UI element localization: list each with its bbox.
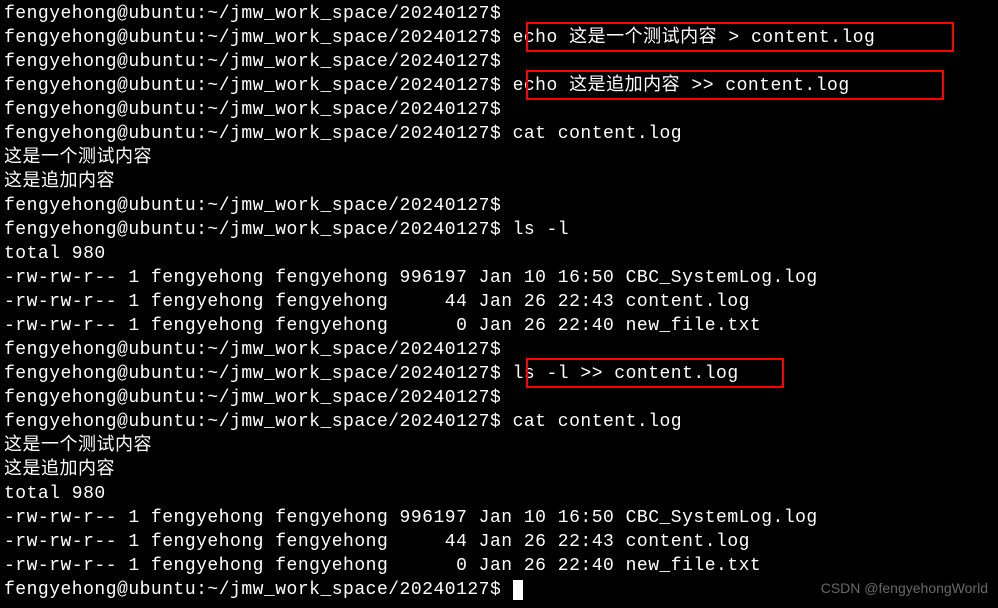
prompt-text: fengyehong@ubuntu:~/jmw_work_space/20240…	[4, 220, 501, 240]
command-text: echo 这是一个测试内容 > content.log	[501, 28, 875, 48]
terminal-line: -rw-rw-r-- 1 fengyehong fengyehong 0 Jan…	[4, 554, 994, 578]
terminal-line: 这是追加内容	[4, 458, 994, 482]
terminal-line: -rw-rw-r-- 1 fengyehong fengyehong 99619…	[4, 266, 994, 290]
terminal-line: fengyehong@ubuntu:~/jmw_work_space/20240…	[4, 2, 994, 26]
terminal-line: -rw-rw-r-- 1 fengyehong fengyehong 44 Ja…	[4, 290, 994, 314]
prompt-text: fengyehong@ubuntu:~/jmw_work_space/20240…	[4, 28, 501, 48]
terminal-line: fengyehong@ubuntu:~/jmw_work_space/20240…	[4, 50, 994, 74]
command-text: echo 这是追加内容 >> content.log	[501, 76, 849, 96]
command-text: ls -l	[501, 220, 569, 240]
terminal-line: fengyehong@ubuntu:~/jmw_work_space/20240…	[4, 194, 994, 218]
command-text: cat content.log	[501, 124, 682, 144]
cursor-icon	[513, 580, 523, 600]
output-text: 这是一个测试内容	[4, 436, 152, 456]
output-text: -rw-rw-r-- 1 fengyehong fengyehong 44 Ja…	[4, 532, 750, 552]
prompt-text: fengyehong@ubuntu:~/jmw_work_space/20240…	[4, 124, 501, 144]
prompt-text: fengyehong@ubuntu:~/jmw_work_space/20240…	[4, 340, 501, 360]
output-text: -rw-rw-r-- 1 fengyehong fengyehong 44 Ja…	[4, 292, 750, 312]
output-text: -rw-rw-r-- 1 fengyehong fengyehong 0 Jan…	[4, 556, 761, 576]
command-text: ls -l >> content.log	[501, 364, 738, 384]
terminal-line: fengyehong@ubuntu:~/jmw_work_space/20240…	[4, 338, 994, 362]
terminal-line: -rw-rw-r-- 1 fengyehong fengyehong 44 Ja…	[4, 530, 994, 554]
terminal-line: fengyehong@ubuntu:~/jmw_work_space/20240…	[4, 122, 994, 146]
terminal-line: fengyehong@ubuntu:~/jmw_work_space/20240…	[4, 98, 994, 122]
prompt-text: fengyehong@ubuntu:~/jmw_work_space/20240…	[4, 52, 501, 72]
terminal-line: fengyehong@ubuntu:~/jmw_work_space/20240…	[4, 386, 994, 410]
terminal-line: fengyehong@ubuntu:~/jmw_work_space/20240…	[4, 362, 994, 386]
prompt-text: fengyehong@ubuntu:~/jmw_work_space/20240…	[4, 76, 501, 96]
prompt-text: fengyehong@ubuntu:~/jmw_work_space/20240…	[4, 580, 501, 600]
terminal-output[interactable]: fengyehong@ubuntu:~/jmw_work_space/20240…	[4, 2, 994, 602]
terminal-line: fengyehong@ubuntu:~/jmw_work_space/20240…	[4, 218, 994, 242]
terminal-line: 这是追加内容	[4, 170, 994, 194]
terminal-line: fengyehong@ubuntu:~/jmw_work_space/20240…	[4, 26, 994, 50]
output-text: -rw-rw-r-- 1 fengyehong fengyehong 0 Jan…	[4, 316, 761, 336]
output-text: -rw-rw-r-- 1 fengyehong fengyehong 99619…	[4, 268, 818, 288]
terminal-line: total 980	[4, 242, 994, 266]
prompt-text: fengyehong@ubuntu:~/jmw_work_space/20240…	[4, 100, 501, 120]
output-text: 这是追加内容	[4, 172, 115, 192]
output-text: total 980	[4, 484, 106, 504]
terminal-line: -rw-rw-r-- 1 fengyehong fengyehong 0 Jan…	[4, 314, 994, 338]
output-text: total 980	[4, 244, 106, 264]
terminal-line: -rw-rw-r-- 1 fengyehong fengyehong 99619…	[4, 506, 994, 530]
prompt-text: fengyehong@ubuntu:~/jmw_work_space/20240…	[4, 412, 501, 432]
terminal-line: total 980	[4, 482, 994, 506]
prompt-text: fengyehong@ubuntu:~/jmw_work_space/20240…	[4, 364, 501, 384]
terminal-line: 这是一个测试内容	[4, 146, 994, 170]
command-text: cat content.log	[501, 412, 682, 432]
output-text: -rw-rw-r-- 1 fengyehong fengyehong 99619…	[4, 508, 818, 528]
prompt-text: fengyehong@ubuntu:~/jmw_work_space/20240…	[4, 388, 501, 408]
prompt-text: fengyehong@ubuntu:~/jmw_work_space/20240…	[4, 4, 501, 24]
terminal-line: fengyehong@ubuntu:~/jmw_work_space/20240…	[4, 74, 994, 98]
terminal-line: 这是一个测试内容	[4, 434, 994, 458]
output-text: 这是一个测试内容	[4, 148, 152, 168]
prompt-text: fengyehong@ubuntu:~/jmw_work_space/20240…	[4, 196, 501, 216]
terminal-line: fengyehong@ubuntu:~/jmw_work_space/20240…	[4, 410, 994, 434]
watermark: CSDN @fengyehongWorld	[821, 576, 988, 600]
output-text: 这是追加内容	[4, 460, 115, 480]
